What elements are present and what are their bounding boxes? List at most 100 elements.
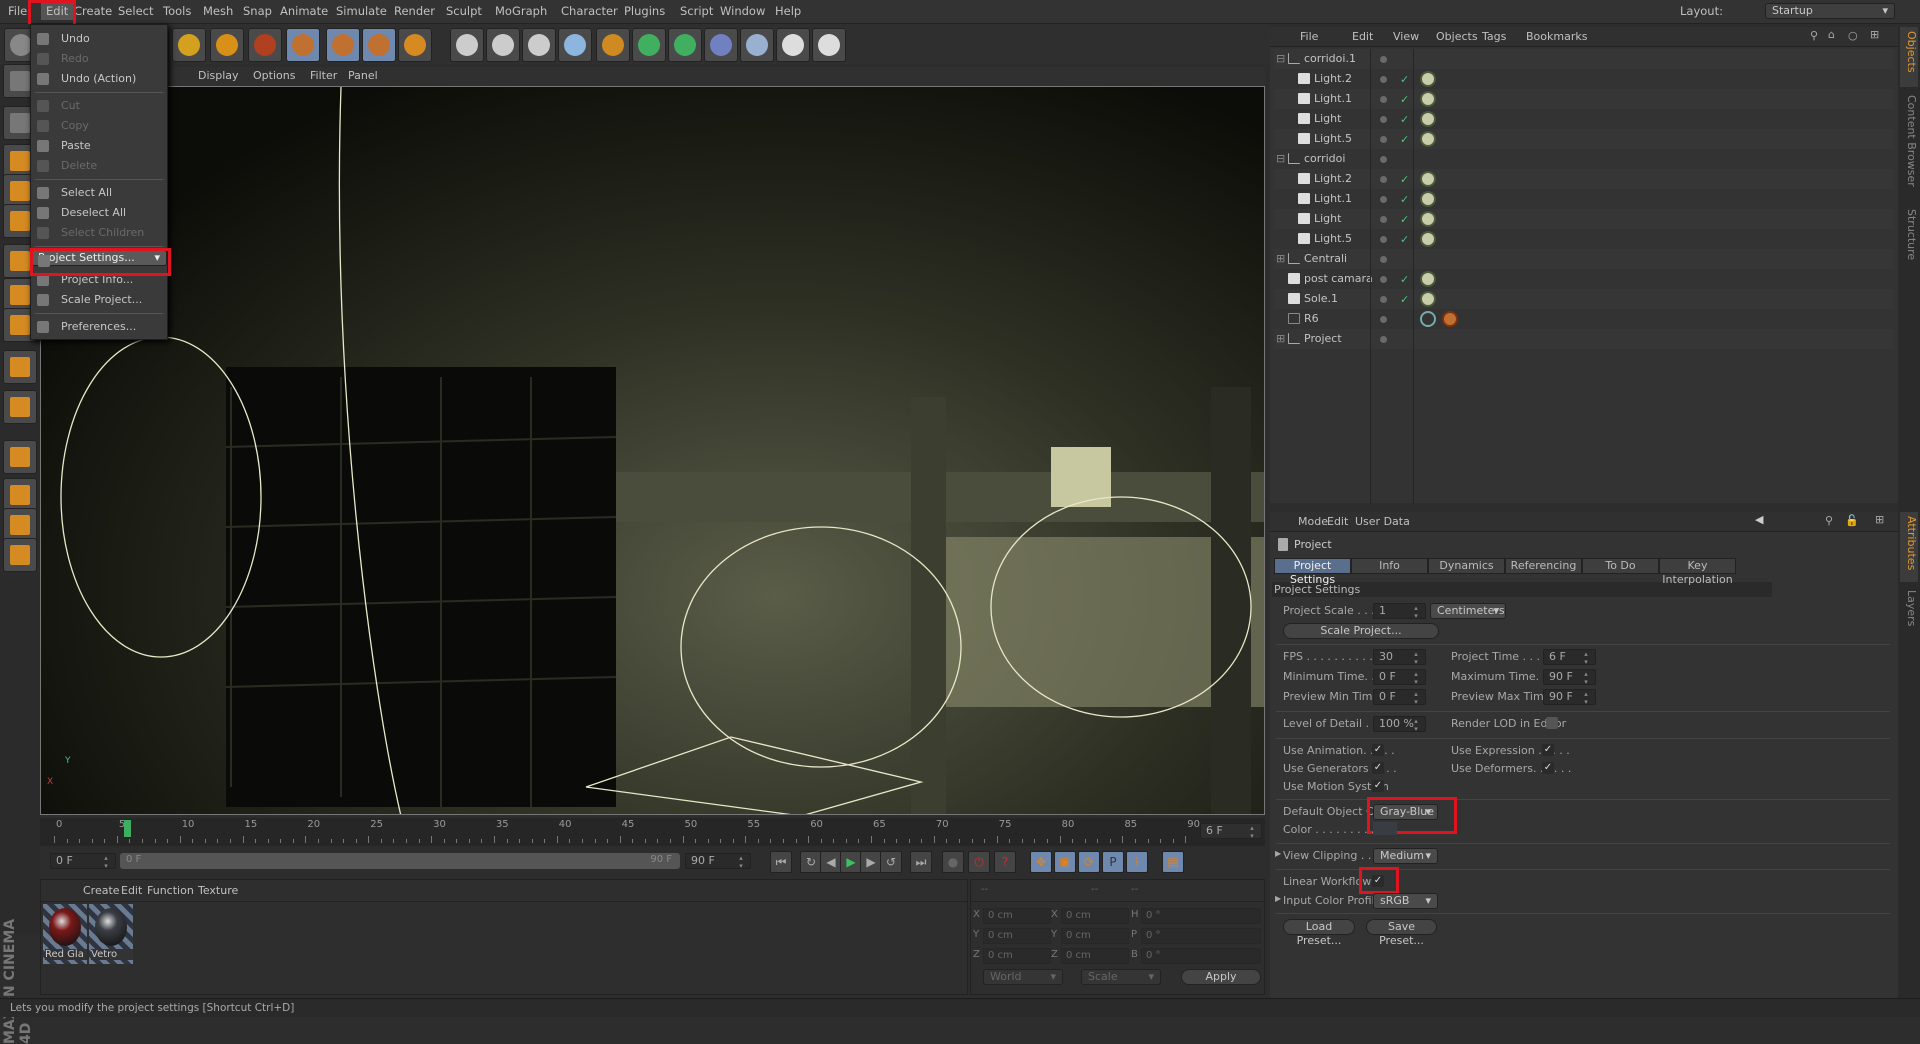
left-tool-button[interactable]	[3, 350, 37, 384]
menu-animate[interactable]: Animate	[280, 4, 328, 18]
menu-file[interactable]: File	[8, 4, 27, 18]
object-name[interactable]: R6	[1304, 309, 1319, 329]
visibility-dot[interactable]	[1380, 296, 1387, 303]
material-menu-function[interactable]: Function	[147, 884, 194, 897]
layout-select[interactable]: Startup	[1765, 3, 1895, 19]
coord-b-field[interactable]: 0 cm	[1061, 928, 1129, 944]
keyframe-help-button[interactable]: ?	[994, 851, 1016, 873]
light-tag-icon[interactable]	[1420, 91, 1436, 107]
timeline[interactable]: 6 F 051015202530354045505560657075808590	[40, 818, 1265, 846]
toolbar-button[interactable]	[704, 28, 738, 62]
menu-item-undo[interactable]: Undo	[31, 29, 167, 49]
object-row[interactable]: Light.1 ✓	[1274, 89, 1894, 109]
back-arrow-icon[interactable]: ◀	[1755, 513, 1763, 526]
side-tab-structure[interactable]: Structure	[1900, 205, 1918, 285]
eye-icon[interactable]: ○	[1848, 29, 1858, 42]
menu-mograph[interactable]: MoGraph	[495, 4, 547, 18]
object-name[interactable]: Light.2	[1314, 69, 1352, 89]
menu-tools[interactable]: Tools	[163, 4, 191, 18]
left-tool-button[interactable]	[3, 478, 37, 512]
menu-window[interactable]: Window	[720, 4, 765, 18]
visibility-dot[interactable]	[1380, 176, 1387, 183]
menu-simulate[interactable]: Simulate	[336, 4, 387, 18]
menu-character[interactable]: Character	[561, 4, 618, 18]
go-start-button[interactable]: ⏮	[770, 851, 792, 873]
toolbar-button[interactable]	[668, 28, 702, 62]
object-row[interactable]: Light ✓	[1274, 209, 1894, 229]
object-name[interactable]: corridoi	[1304, 149, 1345, 169]
toolbar-button[interactable]	[398, 28, 432, 62]
playhead[interactable]	[124, 820, 132, 837]
left-tool-button[interactable]	[3, 440, 37, 474]
expand-arrow-icon[interactable]: ▶	[1275, 849, 1281, 858]
light-tag-icon[interactable]	[1420, 131, 1436, 147]
material-swatch[interactable]: Red Gla	[43, 904, 87, 964]
side-tab-objects[interactable]: Objects	[1900, 27, 1918, 87]
menu-render[interactable]: Render	[394, 4, 435, 18]
viewport-menu-display[interactable]: Display	[198, 69, 239, 82]
use-animation-checkbox[interactable]: ✓	[1372, 744, 1384, 756]
end-frame-field[interactable]: 90 F	[685, 853, 751, 870]
attr-menu-mode[interactable]: Mode	[1298, 515, 1328, 528]
start-frame-field[interactable]: 0 F	[50, 853, 116, 870]
menu-item-paste[interactable]: Paste	[31, 136, 167, 156]
minus-expand-icon[interactable]: ⊟	[1276, 149, 1285, 169]
coord-a-field[interactable]: 0 cm	[983, 928, 1051, 944]
light-tag-icon[interactable]	[1420, 171, 1436, 187]
max-time-field[interactable]: 90 F	[1543, 669, 1596, 686]
om-menu-objects[interactable]: Objects	[1436, 30, 1478, 43]
point-level-button[interactable]: ⁞	[1126, 851, 1148, 873]
enabled-check-icon[interactable]: ✓	[1400, 210, 1409, 230]
light-tag-icon[interactable]	[1420, 271, 1436, 287]
preview-max-field[interactable]: 90 F	[1543, 689, 1596, 706]
new-panel-icon[interactable]: ⊞	[1875, 513, 1884, 526]
toolbar-button[interactable]	[450, 28, 484, 62]
left-tool-button[interactable]	[3, 538, 37, 572]
input-profile-select[interactable]: sRGB	[1373, 893, 1438, 909]
object-name[interactable]: Light.5	[1314, 129, 1352, 149]
view-clipping-select[interactable]: Medium	[1373, 848, 1438, 864]
enabled-check-icon[interactable]: ✓	[1400, 270, 1409, 290]
object-row[interactable]: ⊟ corridoi.1	[1274, 49, 1894, 69]
min-time-field[interactable]: 0 F	[1373, 669, 1426, 686]
use-deformers-checkbox[interactable]: ✓	[1542, 762, 1554, 774]
menu-item-deselect-all[interactable]: Deselect All	[31, 203, 167, 223]
menu-help[interactable]: Help	[775, 4, 801, 18]
object-name[interactable]: Centrali	[1304, 249, 1347, 269]
enabled-check-icon[interactable]: ✓	[1400, 130, 1409, 150]
menu-mesh[interactable]: Mesh	[203, 4, 233, 18]
preview-min-field[interactable]: 0 F	[1373, 689, 1426, 706]
om-menu-edit[interactable]: Edit	[1352, 30, 1373, 43]
toolbar-button[interactable]	[362, 28, 396, 62]
object-row[interactable]: Light.5 ✓	[1274, 129, 1894, 149]
viewport-menu-options[interactable]: Options	[253, 69, 295, 82]
om-menu-tags[interactable]: Tags	[1482, 30, 1506, 43]
visibility-dot[interactable]	[1380, 56, 1387, 63]
project-time-field[interactable]: 6 F	[1543, 649, 1596, 666]
toolbar-button[interactable]	[812, 28, 846, 62]
object-name[interactable]: Light.5	[1314, 229, 1352, 249]
use-expression-checkbox[interactable]: ✓	[1542, 744, 1554, 756]
om-menu-file[interactable]: File	[1300, 30, 1318, 43]
om-menu-view[interactable]: View	[1393, 30, 1419, 43]
visibility-dot[interactable]	[1380, 136, 1387, 143]
go-end-button[interactable]: ⏭	[910, 851, 932, 873]
coord-b-field[interactable]: 0 cm	[1061, 948, 1129, 964]
visibility-dot[interactable]	[1380, 116, 1387, 123]
use-generators-checkbox[interactable]: ✓	[1372, 762, 1384, 774]
visibility-dot[interactable]	[1380, 316, 1387, 323]
param-key-button[interactable]: P	[1102, 851, 1124, 873]
visibility-dot[interactable]	[1380, 156, 1387, 163]
material-menu-create[interactable]: Create	[83, 884, 120, 897]
plus-expand-icon[interactable]: ⊞	[1276, 329, 1285, 349]
object-row[interactable]: ⊞ Project	[1274, 329, 1894, 349]
tab-referencing[interactable]: Referencing	[1505, 558, 1582, 574]
object-name[interactable]: Light.2	[1314, 169, 1352, 189]
menu-sculpt[interactable]: Sculpt	[446, 4, 482, 18]
step-back-button[interactable]: ◀	[820, 851, 842, 873]
new-panel-icon[interactable]: ⊞	[1870, 28, 1879, 41]
project-scale-field[interactable]: 1	[1373, 603, 1426, 620]
visibility-dot[interactable]	[1380, 276, 1387, 283]
coord-c-field[interactable]: 0 °	[1141, 928, 1261, 944]
menu-snap[interactable]: Snap	[243, 4, 272, 18]
